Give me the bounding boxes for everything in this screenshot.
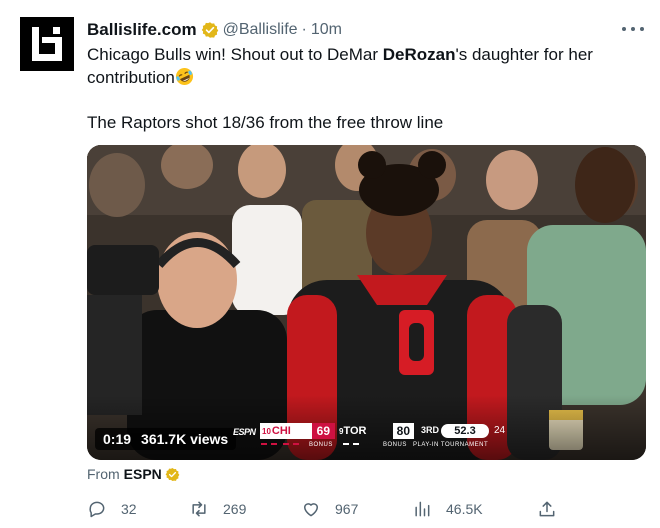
- video-player[interactable]: 0:19 361.7K views ESPN 10 CHI 69 9 TOR 8…: [87, 145, 646, 460]
- tweet-text-bold: DeRozan: [382, 45, 456, 64]
- away-score: 69: [311, 423, 335, 439]
- foul-indicator: [283, 443, 299, 445]
- retweet-button[interactable]: 269: [189, 497, 246, 521]
- tweet-text-line-2: The Raptors shot 18/36 from the free thr…: [87, 113, 444, 132]
- heart-icon: [304, 503, 318, 517]
- scorebug-game-clock: 52.3: [441, 424, 489, 438]
- reply-icon: [89, 501, 105, 518]
- header-separator: ·: [301, 21, 307, 38]
- rolling-on-floor-laughing-emoji: [175, 67, 193, 86]
- more-dot-icon: [631, 27, 635, 31]
- analytics-bar-icon: [415, 501, 430, 517]
- video-stats-pill: 0:19 361.7K views: [95, 428, 237, 450]
- more-options-button[interactable]: [622, 19, 644, 39]
- author-display-name[interactable]: Ballislife.com: [87, 20, 197, 40]
- scorebug-bonus-left: BONUS: [309, 442, 333, 448]
- more-dot-icon: [622, 27, 626, 31]
- share-upload-icon: [539, 501, 555, 517]
- scorebug-network: ESPN: [233, 427, 256, 437]
- retweet-count: 269: [223, 501, 247, 517]
- like-button[interactable]: 967: [301, 497, 358, 521]
- author-avatar[interactable]: [20, 17, 74, 71]
- tweet-text-prefix: Chicago Bulls win! Shout out to DeMar: [87, 45, 383, 64]
- author-handle[interactable]: @Ballislife: [223, 21, 298, 39]
- home-team-name: TOR: [343, 425, 367, 437]
- gold-verified-badge-icon: [165, 467, 180, 481]
- video-frame: [87, 145, 646, 460]
- scorebug-quarter: 3RD: [421, 425, 440, 435]
- more-dot-icon: [640, 27, 644, 31]
- media-source: From ESPN: [87, 466, 180, 482]
- tweet-card[interactable]: Ballislife.com @Ballislife · 10m Chicago…: [0, 0, 660, 528]
- like-count: 967: [335, 501, 359, 517]
- tweet-text-line-1: Chicago Bulls win! Shout out to DeMar De…: [87, 43, 647, 89]
- tweet-header: Ballislife.com @Ballislife · 10m: [87, 19, 342, 41]
- action-bar: 32 269 967 46.5K: [87, 497, 567, 521]
- away-team-name: CHI: [271, 425, 291, 437]
- ballislife-logo-icon: [20, 17, 74, 71]
- foul-indicator: [343, 443, 359, 445]
- scorebug-tournament: PLAY-IN TOURNAMENT: [413, 442, 489, 448]
- retweet-icon: [192, 501, 206, 517]
- foul-indicator: [261, 443, 277, 445]
- scorebug-home-team: 9 TOR 80: [339, 423, 414, 439]
- video-views: 361.7K views: [141, 431, 229, 447]
- reply-button[interactable]: 32: [87, 497, 137, 521]
- view-count: 46.5K: [446, 501, 483, 517]
- gold-verified-badge-icon[interactable]: [201, 21, 219, 39]
- home-score: 80: [392, 423, 414, 439]
- source-name[interactable]: ESPN: [124, 466, 162, 482]
- away-seed: 10: [262, 426, 271, 436]
- source-prefix: From: [87, 466, 120, 482]
- scorebug: ESPN 10 CHI 69 9 TOR 80 3RD 52.3 24 BONU…: [233, 423, 511, 453]
- video-elapsed: 0:19: [103, 431, 132, 447]
- reply-count: 32: [121, 501, 137, 517]
- tweet-text: Chicago Bulls win! Shout out to DeMar De…: [87, 43, 647, 134]
- scorebug-shot-clock: 24: [494, 425, 506, 436]
- scorebug-bonus-right: BONUS: [383, 442, 407, 448]
- views-button[interactable]: 46.5K: [412, 497, 483, 521]
- share-button[interactable]: [537, 497, 571, 521]
- scorebug-away-team: 10 CHI 69: [260, 423, 335, 439]
- tweet-timestamp[interactable]: 10m: [311, 21, 342, 39]
